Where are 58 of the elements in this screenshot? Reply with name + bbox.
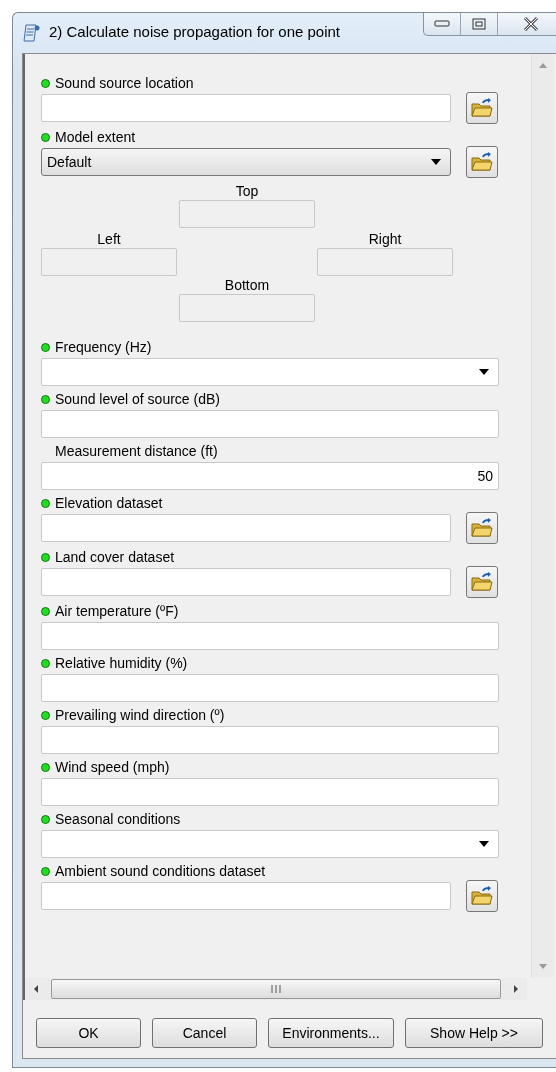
browse-folder-button[interactable] bbox=[466, 880, 498, 912]
caret-icon bbox=[479, 841, 489, 847]
dropdown[interactable]: Default bbox=[41, 148, 451, 176]
parameter-label: Model extent bbox=[55, 129, 136, 145]
parameter-label: Sound source location bbox=[55, 75, 194, 91]
input-field[interactable] bbox=[41, 726, 499, 754]
scroll-left-icon[interactable] bbox=[33, 984, 39, 994]
input-field[interactable]: 50 bbox=[41, 462, 499, 490]
grip-icon bbox=[270, 985, 282, 993]
extent-input-field[interactable] bbox=[179, 294, 315, 322]
parameter-label: Wind speed (mph) bbox=[55, 759, 170, 775]
parameter-label: Relative humidity (%) bbox=[55, 655, 188, 671]
minimize-icon bbox=[434, 20, 450, 28]
input-field[interactable] bbox=[41, 94, 451, 122]
input-field[interactable] bbox=[41, 674, 499, 702]
extent-label: Left bbox=[97, 230, 121, 248]
caret-icon bbox=[431, 159, 441, 165]
extent-input-field[interactable] bbox=[317, 248, 453, 276]
dialog-button[interactable]: OK bbox=[36, 1018, 141, 1048]
horizontal-scrollbar[interactable] bbox=[23, 978, 527, 1000]
input-field[interactable] bbox=[41, 568, 451, 596]
parameter-label: Ambient sound conditions dataset bbox=[55, 863, 266, 879]
restore-icon bbox=[472, 18, 486, 30]
extent-label: Bottom bbox=[224, 276, 270, 294]
parameter-label: Measurement distance (ft) bbox=[55, 443, 218, 459]
parameter-label: Frequency (Hz) bbox=[55, 339, 152, 355]
browse-folder-button[interactable] bbox=[466, 146, 498, 178]
dialog-button[interactable]: Cancel bbox=[152, 1018, 257, 1048]
browse-folder-button[interactable] bbox=[466, 566, 498, 598]
browse-folder-button[interactable] bbox=[466, 512, 498, 544]
parameter-label: Seasonal conditions bbox=[55, 811, 181, 827]
extent-label: Right bbox=[368, 230, 402, 248]
parameter-label: Air temperature (ºF) bbox=[55, 603, 179, 619]
script-icon bbox=[23, 23, 41, 43]
input-field[interactable] bbox=[41, 882, 451, 910]
extent-input-field[interactable] bbox=[179, 200, 315, 228]
extent-label: Top bbox=[235, 182, 259, 200]
browse-folder-button[interactable] bbox=[466, 92, 498, 124]
dialog-button[interactable]: Environments... bbox=[268, 1018, 394, 1048]
parameter-label: Prevailing wind direction (º) bbox=[55, 707, 225, 723]
scroll-down-icon[interactable] bbox=[537, 964, 548, 970]
dialog-button[interactable]: Show Help >> bbox=[405, 1018, 543, 1048]
input-field[interactable] bbox=[41, 410, 499, 438]
input-field[interactable] bbox=[41, 514, 451, 542]
dropdown[interactable] bbox=[41, 830, 499, 858]
parameter-label: Elevation dataset bbox=[55, 495, 163, 511]
input-field[interactable] bbox=[41, 778, 499, 806]
parameter-label: Sound level of source (dB) bbox=[55, 391, 220, 407]
vertical-scrollbar[interactable] bbox=[531, 54, 553, 978]
window-title: 2) Calculate noise propagation for one point bbox=[49, 23, 341, 40]
parameter-label: Land cover dataset bbox=[55, 549, 175, 565]
input-field[interactable] bbox=[41, 622, 499, 650]
scroll-right-icon[interactable] bbox=[513, 984, 519, 994]
dropdown[interactable] bbox=[41, 358, 499, 386]
caret-icon bbox=[479, 369, 489, 375]
scroll-up-icon[interactable] bbox=[537, 62, 548, 68]
close-icon bbox=[523, 17, 539, 31]
extent-input-field[interactable] bbox=[41, 248, 177, 276]
